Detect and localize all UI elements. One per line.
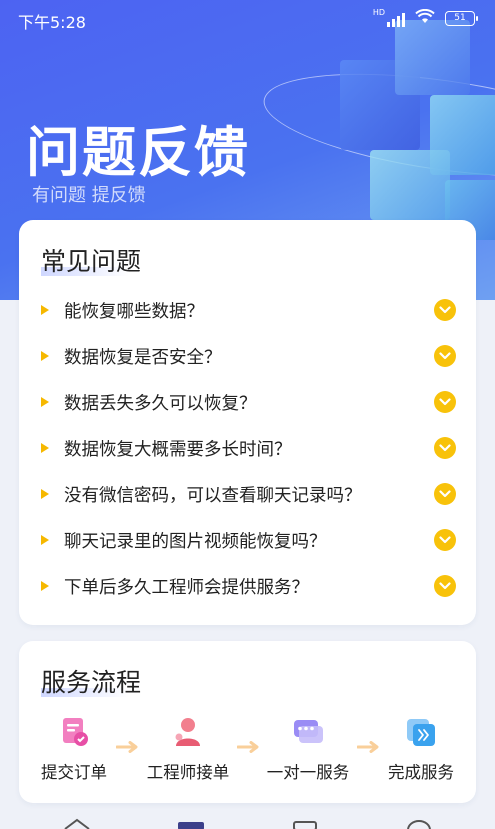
chevron-down-icon[interactable] — [434, 437, 456, 459]
faq-title: 常见问题 — [41, 242, 141, 278]
triangle-right-icon — [41, 535, 49, 545]
order-icon[interactable] — [290, 818, 320, 829]
status-time: 下午5:28 — [18, 13, 86, 32]
flow-step-complete[interactable]: 完成服务 — [366, 715, 476, 783]
chevron-down-icon[interactable] — [434, 483, 456, 505]
page-title: 问题反馈 — [26, 121, 250, 184]
chat-bubble-icon — [291, 715, 325, 749]
triangle-right-icon — [41, 489, 49, 499]
flow-title: 服务流程 — [41, 663, 141, 699]
triangle-right-icon — [41, 351, 49, 361]
chevron-down-icon[interactable] — [434, 391, 456, 413]
faq-item[interactable]: 聊天记录里的图片视频能恢复吗？ — [41, 525, 456, 555]
chevron-down-icon[interactable] — [434, 345, 456, 367]
flow-step-engineer-accept[interactable]: 工程师接单 — [133, 715, 243, 783]
chevron-down-icon[interactable] — [434, 529, 456, 551]
triangle-right-icon — [41, 581, 49, 591]
triangle-right-icon — [41, 305, 49, 315]
chevron-down-icon[interactable] — [434, 299, 456, 321]
wifi-icon — [415, 8, 435, 28]
faq-question: 下单后多久工程师会提供服务？ — [64, 577, 309, 598]
engineer-icon — [171, 715, 205, 749]
faq-item[interactable]: 数据丢失多久可以恢复？ — [41, 387, 456, 417]
home-icon[interactable] — [62, 818, 92, 829]
flow-step-label: 工程师接单 — [146, 763, 230, 782]
faq-item[interactable]: 没有微信密码，可以查看聊天记录吗？ — [41, 479, 456, 509]
faq-item[interactable]: 下单后多久工程师会提供服务？ — [41, 571, 456, 601]
faq-question: 数据丢失多久可以恢复？ — [64, 393, 257, 414]
flow-step-submit-order[interactable]: 提交订单 — [19, 715, 129, 783]
triangle-right-icon — [41, 397, 49, 407]
flow-step-label: 一对一服务 — [266, 763, 350, 782]
status-icons: HD 51 — [372, 8, 478, 28]
faq-question: 数据恢复是否安全？ — [64, 347, 222, 368]
page-subtitle: 有问题 提反馈 — [32, 185, 146, 206]
status-bar: 下午5:28 HD 51 — [0, 0, 495, 38]
triangle-right-icon — [41, 443, 49, 453]
faq-card: 常见问题 能恢复哪些数据？ 数据恢复是否安全？ 数据丢失多久可以恢复？ 数据恢复… — [19, 220, 476, 625]
faq-question: 数据恢复大概需要多长时间？ — [64, 439, 292, 460]
battery-icon: 51 — [445, 11, 478, 26]
faq-question: 没有微信密码，可以查看聊天记录吗？ — [64, 485, 362, 506]
flow-step-label: 提交订单 — [41, 763, 107, 782]
faq-item[interactable]: 能恢复哪些数据？ — [41, 295, 456, 325]
network-type: HD — [372, 8, 385, 17]
done-forward-icon — [404, 715, 438, 749]
decorative-cube — [370, 150, 450, 220]
faq-item[interactable]: 数据恢复大概需要多长时间？ — [41, 433, 456, 463]
service-flow-card: 服务流程 提交订单 工程师接单 一对一服务 完成服务 — [19, 641, 476, 803]
faq-title-text: 常见问题 — [41, 247, 142, 276]
order-document-icon — [57, 715, 91, 749]
faq-question: 聊天记录里的图片视频能恢复吗？ — [64, 531, 327, 552]
profile-icon[interactable] — [404, 818, 434, 829]
signal-icon — [387, 11, 405, 27]
bottom-nav — [0, 814, 495, 829]
service-icon[interactable] — [176, 818, 206, 829]
flow-title-text: 服务流程 — [41, 668, 142, 697]
faq-item[interactable]: 数据恢复是否安全？ — [41, 341, 456, 371]
chevron-down-icon[interactable] — [434, 575, 456, 597]
faq-question: 能恢复哪些数据？ — [64, 301, 204, 322]
flow-step-label: 完成服务 — [388, 763, 454, 782]
flow-step-one-on-one[interactable]: 一对一服务 — [253, 715, 363, 783]
